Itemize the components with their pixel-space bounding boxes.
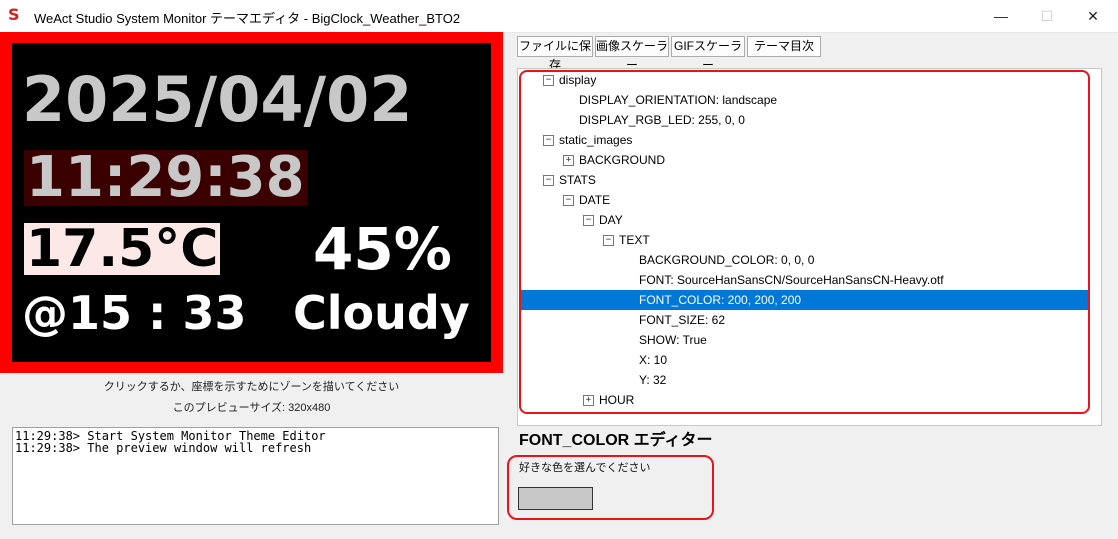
preview-temperature: 17.5°C	[24, 219, 221, 279]
tree-node-hour[interactable]: + HOUR	[518, 390, 1101, 410]
tree-node-stats[interactable]: − STATS	[518, 170, 1101, 190]
expand-icon[interactable]: +	[563, 155, 574, 166]
expand-icon[interactable]: +	[583, 395, 594, 406]
color-prompt: 好きな色を選んでください	[519, 462, 651, 474]
tree-node-static-images[interactable]: − static_images	[518, 130, 1101, 150]
image-scaler-button[interactable]: 画像スケーラー	[595, 36, 669, 72]
preview-humidity: 45%	[313, 215, 452, 283]
editor-title: FONT_COLOR エディター	[519, 432, 713, 449]
theme-index-button[interactable]: テーマ目次	[747, 36, 821, 57]
preview-time: 11:29:38	[24, 145, 307, 210]
tree-node-text[interactable]: − TEXT	[518, 230, 1101, 250]
tree-node-day[interactable]: − DAY	[518, 210, 1101, 230]
gif-scaler-button[interactable]: GIFスケーラー	[671, 36, 745, 72]
collapse-icon[interactable]: −	[583, 215, 594, 226]
preview-frame: 2025/04/02 11:29:38 17.5°C 45% @15 : 33 …	[0, 32, 503, 373]
tree-node-display[interactable]: − display	[518, 70, 1101, 90]
preview-size-label: このプレビューサイズ: 320x480	[172, 402, 331, 414]
tree-node-y[interactable]: Y: 32	[518, 370, 1101, 390]
tree-node-background-color[interactable]: BACKGROUND_COLOR: 0, 0, 0	[518, 250, 1101, 270]
collapse-icon[interactable]: −	[563, 195, 574, 206]
theme-tree[interactable]: − display DISPLAY_ORIENTATION: landscape…	[517, 68, 1102, 426]
log-console[interactable]: 11:29:38> Start System Monitor Theme Edi…	[12, 427, 499, 525]
preview-hint: クリックするか、座標を示すためにゾーンを描いてください	[103, 381, 400, 393]
close-button[interactable]: ✕	[1070, 0, 1116, 32]
minimize-button[interactable]: —	[978, 0, 1024, 32]
app-logo-icon: S	[8, 5, 20, 24]
tree-node-font-size[interactable]: FONT_SIZE: 62	[518, 310, 1101, 330]
collapse-icon[interactable]: −	[543, 135, 554, 146]
collapse-icon[interactable]: −	[543, 175, 554, 186]
tree-node-display-orientation[interactable]: DISPLAY_ORIENTATION: landscape	[518, 90, 1101, 110]
preview-canvas[interactable]: 2025/04/02 11:29:38 17.5°C 45% @15 : 33 …	[12, 43, 491, 362]
preview-condition: Cloudy	[293, 286, 470, 340]
save-file-button[interactable]: ファイルに保存	[517, 36, 593, 72]
color-swatch-button[interactable]	[518, 487, 593, 510]
collapse-icon[interactable]: −	[603, 235, 614, 246]
preview-update-time: @15 : 33	[22, 286, 247, 340]
tree-node-show[interactable]: SHOW: True	[518, 330, 1101, 350]
tree-node-font[interactable]: FONT: SourceHanSansCN/SourceHanSansCN-He…	[518, 270, 1101, 290]
title-bar: S WeAct Studio System Monitor テーマエディタ - …	[0, 0, 1118, 33]
window-title: WeAct Studio System Monitor テーマエディタ - Bi…	[34, 11, 461, 26]
maximize-button[interactable]: ☐	[1024, 0, 1070, 32]
tree-node-x[interactable]: X: 10	[518, 350, 1101, 370]
log-line: 11:29:38> The preview window will refres…	[15, 441, 312, 455]
tree-node-background[interactable]: + BACKGROUND	[518, 150, 1101, 170]
tree-node-display-rgb-led[interactable]: DISPLAY_RGB_LED: 255, 0, 0	[518, 110, 1101, 130]
tree-node-date[interactable]: − DATE	[518, 190, 1101, 210]
tree-node-font-color[interactable]: FONT_COLOR: 200, 200, 200	[520, 290, 1089, 310]
collapse-icon[interactable]: −	[543, 75, 554, 86]
preview-date: 2025/04/02	[22, 63, 413, 136]
